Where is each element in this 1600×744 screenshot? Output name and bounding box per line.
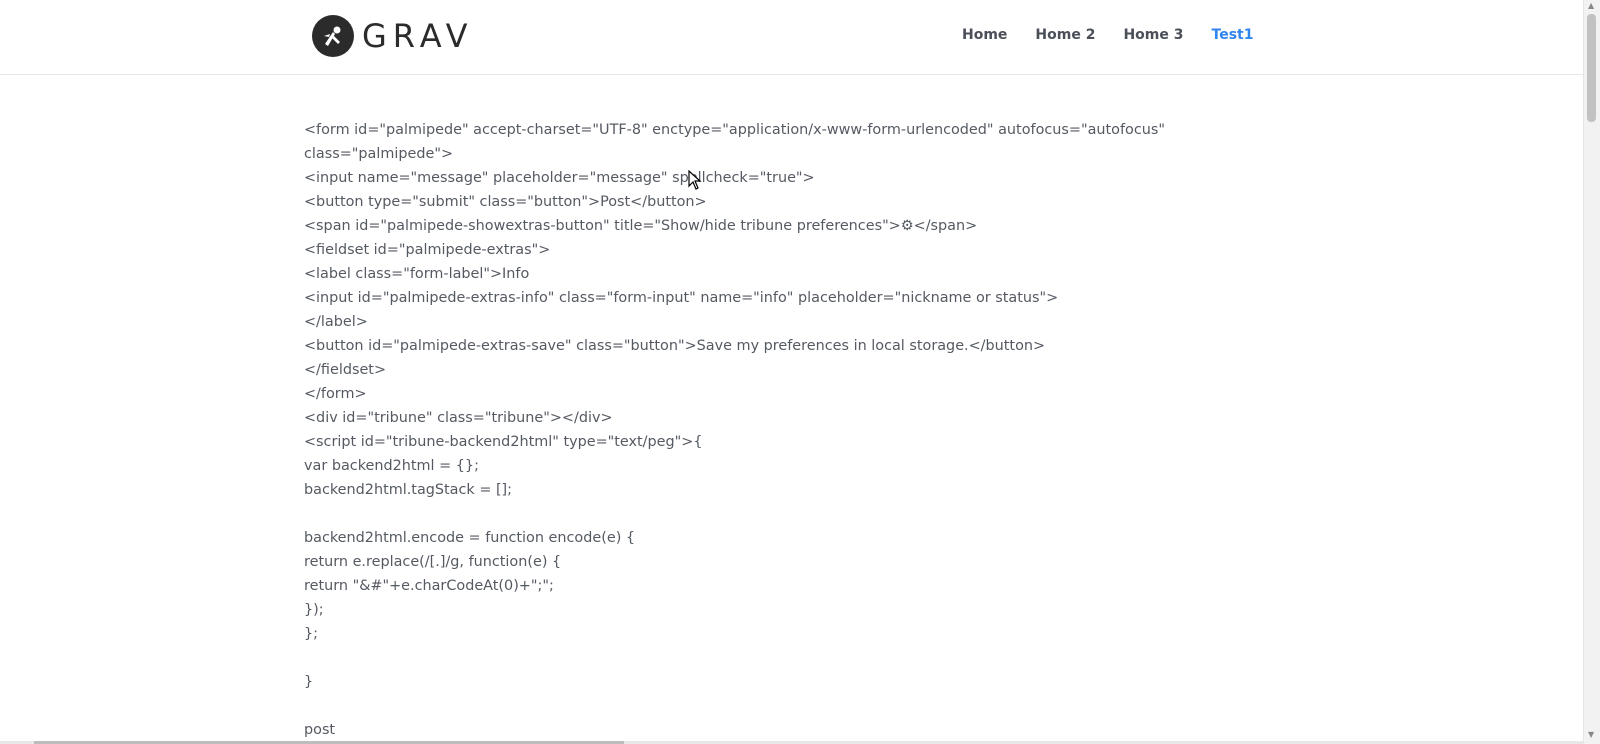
content-line: <label class="form-label">Info [304,266,530,282]
content-line [304,694,1204,718]
content-line: </label> [304,314,368,330]
content-line: </form> [304,386,367,402]
scroll-up-arrow-icon[interactable]: ▲ [1588,1,1594,11]
content-line: return "&#"+e.charCodeAt(0)+";"; [304,578,554,594]
content-line: <input id="palmipede-extras-info" class=… [304,290,1059,306]
content-line: </fieldset> [304,362,387,378]
scroll-down-arrow-icon[interactable]: ▼ [1588,730,1594,740]
content-line: <script id="tribune-backend2html" type="… [304,434,703,450]
logo-text: GRAV [362,17,474,55]
content-line: <button type="submit" class="button">Pos… [304,194,707,210]
content-line: backend2html.encode = function encode(e)… [304,530,636,546]
content-line: }; [304,626,319,642]
content-line: <form id="palmipede" accept-charset="UTF… [304,122,1165,138]
content-line: <fieldset id="palmipede-extras"> [304,242,551,258]
content-line: } [304,674,314,690]
content-line [304,646,1204,670]
nav-link-home[interactable]: Home [962,27,1007,43]
site-logo[interactable]: GRAV [312,15,473,57]
content-line: var backend2html = {}; [304,458,479,474]
content-line: <button id="palmipede-extras-save" class… [304,338,1046,354]
nav-link-home-2[interactable]: Home 2 [1035,27,1095,43]
content-line: <input name="message" placeholder="messa… [304,170,815,186]
nav-link-test1[interactable]: Test1 [1212,27,1254,43]
mouse-cursor-icon [688,170,702,190]
content-line: <div id="tribune" class="tribune"></div> [304,410,613,426]
page-content: <form id="palmipede" accept-charset="UTF… [304,118,1204,742]
content-line: return e.replace(/[.]/g, function(e) { [304,554,562,570]
content-line [304,502,1204,526]
page: GRAV Home Home 2 Home 3 Test1 <form id="pal… [0,0,1600,744]
nav-link-home-3[interactable]: Home 3 [1123,27,1183,43]
content-line: class="palmipede"> [304,146,454,162]
content-line: backend2html.tagStack = []; [304,482,513,498]
content-line: <span id="palmipede-showextras-button" t… [304,218,978,234]
site-header: GRAV Home Home 2 Home 3 Test1 [0,0,1584,75]
content-line: post [304,722,336,738]
main-nav: Home Home 2 Home 3 Test1 [962,27,1281,43]
content-line: }); [304,602,324,618]
grav-logo-icon [312,15,354,57]
vertical-scrollbar-thumb[interactable] [1587,14,1596,122]
vertical-scrollbar[interactable]: ▲ ▼ [1583,0,1600,744]
